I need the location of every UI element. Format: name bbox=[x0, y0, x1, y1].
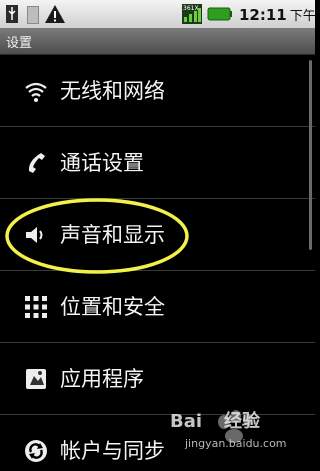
settings-item-call[interactable]: 通话设置 bbox=[0, 127, 315, 199]
status-time: 12:11 下午 bbox=[239, 5, 315, 24]
svg-text:361X: 361X bbox=[183, 5, 199, 12]
settings-item-label: 应用程序 bbox=[60, 367, 144, 391]
settings-item-label: 声音和显示 bbox=[60, 223, 165, 247]
app-icon bbox=[26, 369, 46, 389]
warning-icon bbox=[45, 5, 65, 23]
signal-icon: 361X bbox=[182, 4, 202, 24]
clock-ampm: 下午 bbox=[289, 9, 315, 24]
settings-item-label: 帐户与同步 bbox=[60, 439, 165, 463]
speaker-icon bbox=[26, 227, 43, 243]
usb-icon bbox=[6, 5, 18, 23]
watermark-url: jingyan.baidu.com bbox=[185, 437, 287, 450]
scrollbar[interactable] bbox=[309, 60, 312, 250]
title-bar: 设置 bbox=[0, 28, 315, 55]
settings-item-label: 无线和网络 bbox=[60, 79, 165, 103]
android-settings-screen: 361X 12:11 下午 设置 无线和网络 通话设置 声音和显示 位置和安全 … bbox=[0, 0, 315, 471]
settings-item-wireless[interactable]: 无线和网络 bbox=[0, 55, 315, 127]
phone-icon bbox=[28, 153, 45, 173]
settings-item-sound-display[interactable]: 声音和显示 bbox=[0, 199, 315, 271]
battery-icon bbox=[207, 7, 232, 21]
wifi-icon bbox=[25, 82, 47, 102]
settings-item-label: 通话设置 bbox=[60, 151, 144, 175]
watermark-brand: Bai 经验 bbox=[170, 411, 261, 432]
grid-icon bbox=[25, 296, 47, 318]
clock-time: 12:11 bbox=[239, 6, 287, 24]
settings-item-label: 位置和安全 bbox=[60, 295, 165, 319]
settings-item-location-security[interactable]: 位置和安全 bbox=[0, 271, 315, 343]
status-bar: 361X 12:11 下午 bbox=[0, 0, 315, 28]
page-title: 设置 bbox=[6, 36, 33, 51]
sync-icon bbox=[25, 440, 47, 462]
sd-card-icon bbox=[27, 6, 39, 24]
